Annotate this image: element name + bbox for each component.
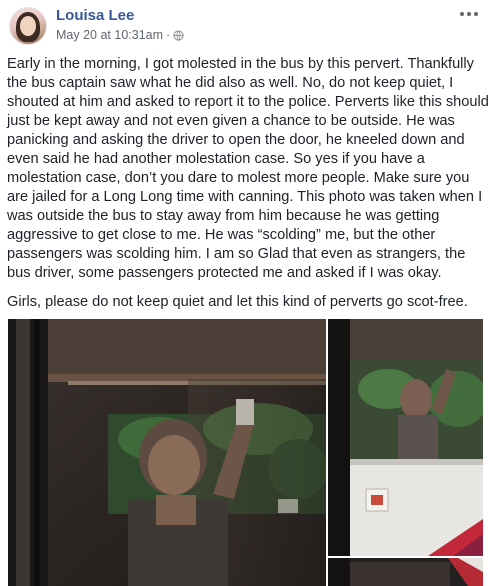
globe-icon xyxy=(173,29,184,41)
avatar[interactable] xyxy=(9,7,47,45)
more-horizontal-icon[interactable] xyxy=(457,6,481,22)
post-timestamp[interactable]: May 20 at 10:31am xyxy=(56,28,163,42)
post-paragraph: Early in the morning, I got molested in … xyxy=(7,56,489,281)
bus-exterior-photo xyxy=(328,319,483,556)
photo-strip-image xyxy=(328,558,483,586)
post-header: Louisa Lee May 20 at 10:31am · xyxy=(0,0,491,50)
post-body: Early in the morning, I got molested in … xyxy=(7,55,489,312)
post-paragraph: Girls, please do not keep quiet and let … xyxy=(7,294,468,310)
meta-separator: · xyxy=(166,28,171,42)
photo-side[interactable] xyxy=(328,319,483,556)
photo-strip[interactable] xyxy=(328,558,483,586)
author-name[interactable]: Louisa Lee xyxy=(56,7,134,24)
photo-main[interactable] xyxy=(8,319,326,586)
post-meta: May 20 at 10:31am · xyxy=(56,28,184,42)
bus-window-photo xyxy=(8,319,326,586)
